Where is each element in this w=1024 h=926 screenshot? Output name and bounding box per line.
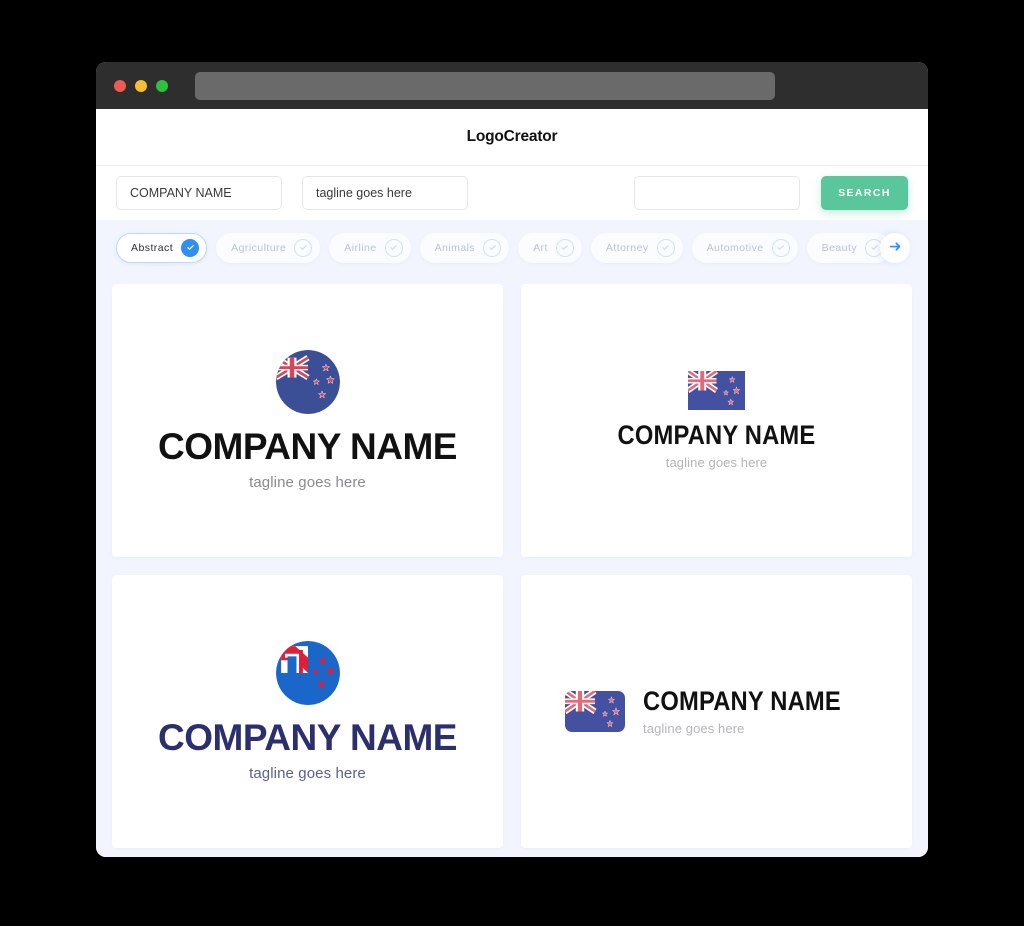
check-circle-icon [771, 238, 790, 257]
category-chip-airline[interactable]: Airline [329, 232, 411, 263]
category-chip-label: Attorney [605, 241, 649, 254]
window-controls [114, 79, 168, 92]
check-circle-icon [294, 238, 313, 257]
logo-company-name: COMPANY NAME [643, 685, 841, 716]
category-chip-label: Abstract [131, 241, 174, 254]
logo-results-grid: COMPANY NAME tagline goes here COMPANY NA… [96, 275, 928, 857]
search-button[interactable]: SEARCH [821, 176, 908, 210]
company-name-input[interactable] [116, 176, 282, 210]
logo-text-block: COMPANY NAME tagline goes here [643, 685, 868, 737]
address-bar[interactable] [195, 71, 775, 100]
tagline-input[interactable] [302, 176, 468, 210]
logo-card[interactable]: COMPANY NAME tagline goes here [112, 575, 503, 848]
arrow-right-icon [889, 240, 902, 256]
category-chip-label: Art [533, 241, 548, 254]
category-chip-attorney[interactable]: Attorney [590, 232, 683, 263]
screenshot-root: LogoCreator SEARCH Abstract Agriculture Ai… [0, 0, 1024, 926]
app-brand-title: LogoCreator [466, 128, 558, 145]
browser-window: LogoCreator SEARCH Abstract Agriculture Ai… [96, 62, 928, 857]
category-chip-agriculture[interactable]: Agriculture [216, 232, 321, 263]
logo-company-name: COMPANY NAME [158, 426, 457, 468]
category-chip-art[interactable]: Art [518, 232, 582, 263]
logo-preview: COMPANY NAME tagline goes here [604, 370, 829, 471]
category-filter-bar: Abstract Agriculture Airline Animals Art Atto… [96, 220, 928, 275]
search-toolbar: SEARCH [96, 165, 928, 220]
new-zealand-flag-abstract-circle-icon [275, 641, 340, 706]
category-chip-label: Airline [344, 241, 377, 254]
app-header: LogoCreator [96, 109, 928, 165]
category-chip-beauty[interactable]: Beauty [806, 232, 892, 263]
new-zealand-flag-circle-icon [275, 350, 340, 415]
new-zealand-flag-rounded-icon [565, 691, 626, 732]
check-circle-filled-icon [181, 238, 200, 257]
check-circle-icon [555, 238, 574, 257]
browser-titlebar [96, 62, 928, 109]
logo-company-name: COMPANY NAME [617, 419, 816, 450]
maximize-window-button[interactable] [156, 79, 168, 92]
logo-tagline: tagline goes here [249, 473, 366, 491]
logo-preview: COMPANY NAME tagline goes here [158, 350, 457, 491]
minimize-window-button[interactable] [135, 79, 147, 92]
logo-card[interactable]: COMPANY NAME tagline goes here [112, 284, 503, 557]
category-chip-automotive[interactable]: Automotive [691, 232, 798, 263]
keyword-input[interactable] [634, 176, 800, 210]
logo-preview: COMPANY NAME tagline goes here [158, 641, 457, 782]
check-circle-icon [483, 238, 502, 257]
category-chip-label: Animals [434, 241, 476, 254]
logo-preview: COMPANY NAME tagline goes here [565, 685, 868, 737]
logo-tagline: tagline goes here [643, 721, 745, 737]
logo-card[interactable]: COMPANY NAME tagline goes here [521, 575, 912, 848]
category-chip-label: Automotive [706, 241, 764, 254]
logo-tagline: tagline goes here [249, 764, 366, 782]
check-circle-icon [384, 238, 403, 257]
check-circle-icon [656, 238, 675, 257]
logo-tagline: tagline goes here [665, 455, 768, 471]
logo-company-name: COMPANY NAME [158, 717, 457, 759]
close-window-button[interactable] [114, 79, 126, 92]
new-zealand-flag-rect-icon [687, 370, 745, 410]
category-chip-label: Beauty [821, 241, 858, 254]
next-categories-button[interactable] [880, 232, 910, 263]
category-chip-abstract[interactable]: Abstract [116, 232, 208, 263]
category-chip-animals[interactable]: Animals [419, 232, 510, 263]
logo-card[interactable]: COMPANY NAME tagline goes here [521, 284, 912, 557]
category-chip-label: Agriculture [231, 241, 287, 254]
